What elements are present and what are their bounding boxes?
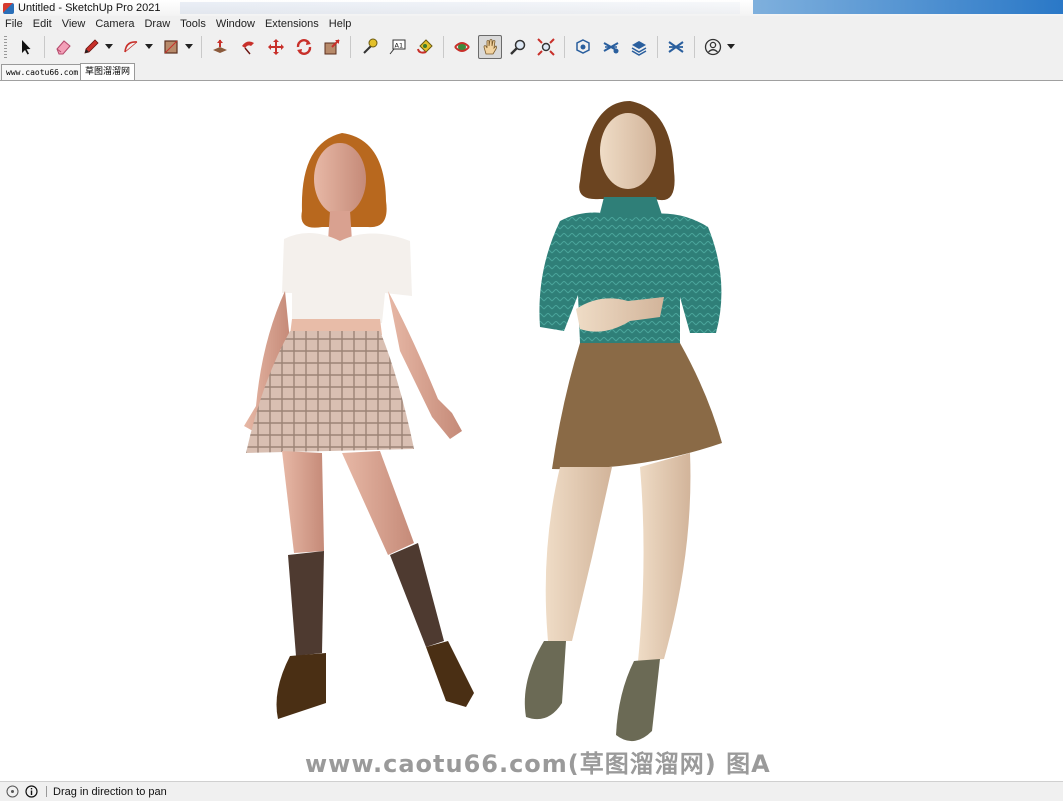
- layout-icon: [631, 41, 647, 56]
- scale-icon: [324, 39, 340, 55]
- menu-edit[interactable]: Edit: [28, 18, 57, 30]
- extension-warehouse-icon: [603, 42, 619, 54]
- info-icon[interactable]: [25, 785, 38, 798]
- pan-tool-button[interactable]: [478, 35, 502, 59]
- user-account-button[interactable]: [701, 35, 725, 59]
- orbit-icon: [454, 42, 470, 52]
- text-label-icon: A1: [389, 39, 406, 55]
- warehouse-icon: [576, 39, 590, 54]
- arc-tool-dropdown[interactable]: [145, 36, 153, 58]
- zoom-tool-button[interactable]: [506, 35, 530, 59]
- extension-manager-button[interactable]: [664, 35, 688, 59]
- toolbar-separator: [657, 36, 658, 58]
- background-window-strip: [753, 0, 1063, 14]
- background-window-tabs: [180, 2, 740, 14]
- user-account-icon: [704, 38, 722, 56]
- eraser-tool-button[interactable]: [51, 35, 75, 59]
- menu-bar: File Edit View Camera Draw Tools Window …: [0, 16, 1063, 32]
- chevron-down-icon: [105, 44, 113, 49]
- move-tool-button[interactable]: [264, 35, 288, 59]
- paint-bucket-icon: [417, 39, 433, 54]
- line-tool-dropdown[interactable]: [105, 36, 113, 58]
- follow-me-icon: [242, 41, 254, 55]
- figure-left: [244, 133, 474, 719]
- line-tool-button[interactable]: [79, 35, 103, 59]
- rotate-icon: [296, 39, 312, 55]
- toolbar-separator: [564, 36, 565, 58]
- model-viewport[interactable]: www.caotu66.com(草图溜溜网) 图A: [0, 81, 1063, 781]
- toolbar-grip[interactable]: [4, 36, 7, 58]
- status-separator: [46, 786, 47, 797]
- zoom-extents-icon: [537, 38, 555, 56]
- toolbar-separator: [694, 36, 695, 58]
- svg-text:A1: A1: [395, 42, 404, 50]
- toolbar-separator: [201, 36, 202, 58]
- toolbar-separator: [443, 36, 444, 58]
- scene-tab-caotu-url[interactable]: www.caotu66.com: [1, 64, 84, 80]
- paint-bucket-tool-button[interactable]: [413, 35, 437, 59]
- status-bar: Drag in direction to pan: [0, 781, 1063, 801]
- rectangle-tool-button[interactable]: [159, 35, 183, 59]
- chevron-down-icon: [727, 44, 735, 49]
- status-message: Drag in direction to pan: [53, 785, 167, 798]
- menu-help[interactable]: Help: [324, 18, 357, 30]
- arc-tool-button[interactable]: [119, 35, 143, 59]
- push-pull-tool-button[interactable]: [208, 35, 232, 59]
- extension-manager-icon: [668, 41, 684, 53]
- select-tool-button[interactable]: [14, 35, 38, 59]
- scale-tool-button[interactable]: [320, 35, 344, 59]
- menu-tools[interactable]: Tools: [175, 18, 211, 30]
- zoom-extents-tool-button[interactable]: [534, 35, 558, 59]
- watermark-text: www.caotu66.com(草图溜溜网) 图A: [305, 750, 771, 778]
- window-title: Untitled - SketchUp Pro 2021: [18, 2, 161, 14]
- menu-camera[interactable]: Camera: [90, 18, 139, 30]
- select-arrow-icon: [22, 40, 31, 55]
- rectangle-shape-icon: [164, 40, 178, 54]
- extension-warehouse-button[interactable]: [599, 35, 623, 59]
- menu-draw[interactable]: Draw: [139, 18, 175, 30]
- text-tool-button[interactable]: A1: [385, 35, 409, 59]
- scene-tabs-bar: www.caotu66.com 草图溜溜网: [0, 62, 1063, 81]
- model-figures: [244, 101, 722, 742]
- layout-send-button[interactable]: [627, 35, 651, 59]
- scene-tab-caotu-cn[interactable]: 草图溜溜网: [80, 63, 136, 80]
- pencil-line-icon: [84, 39, 99, 54]
- chevron-down-icon: [145, 44, 153, 49]
- menu-extensions[interactable]: Extensions: [260, 18, 324, 30]
- menu-file[interactable]: File: [0, 18, 28, 30]
- main-toolbar: A1: [0, 32, 1063, 63]
- user-account-dropdown[interactable]: [727, 36, 735, 58]
- orbit-tool-button[interactable]: [450, 35, 474, 59]
- arc-icon: [124, 41, 138, 53]
- menu-view[interactable]: View: [57, 18, 91, 30]
- geolocation-icon[interactable]: [6, 785, 19, 798]
- figure-right: [524, 101, 722, 742]
- push-pull-icon: [213, 39, 227, 53]
- title-bar: Untitled - SketchUp Pro 2021: [0, 0, 1063, 16]
- follow-me-tool-button[interactable]: [236, 35, 260, 59]
- toolbar-separator: [44, 36, 45, 58]
- pan-hand-icon: [483, 39, 497, 55]
- eraser-icon: [56, 40, 71, 55]
- chevron-down-icon: [185, 44, 193, 49]
- toolbar-separator: [350, 36, 351, 58]
- menu-window[interactable]: Window: [211, 18, 260, 30]
- shape-tool-dropdown[interactable]: [185, 36, 193, 58]
- tape-measure-tool-button[interactable]: [357, 35, 381, 59]
- 3d-warehouse-button[interactable]: [571, 35, 595, 59]
- tape-measure-icon: [363, 38, 378, 54]
- rotate-tool-button[interactable]: [292, 35, 316, 59]
- zoom-icon: [510, 39, 526, 55]
- sketchup-app-icon: [3, 2, 14, 14]
- move-icon: [268, 39, 284, 55]
